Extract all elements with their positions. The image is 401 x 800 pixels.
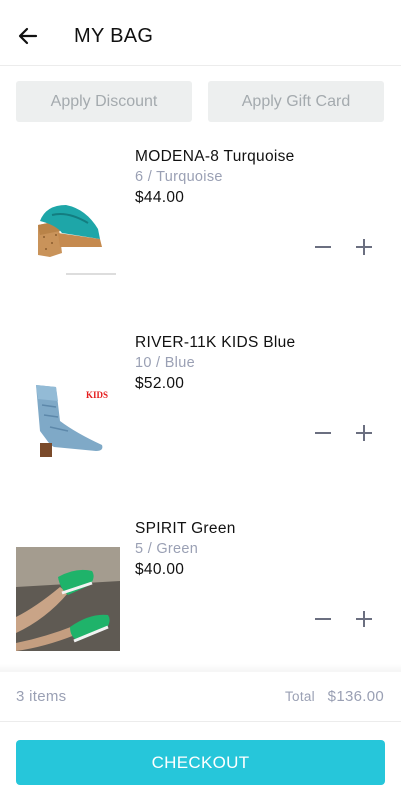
product-image[interactable] (16, 547, 120, 651)
increase-quantity-button[interactable] (352, 235, 376, 259)
plus-icon (356, 611, 372, 627)
app-header: MY BAG (0, 0, 401, 66)
turquoise-sandal-image (16, 175, 120, 279)
decrease-quantity-button[interactable] (311, 421, 335, 445)
item-variant: 5 / Green (135, 541, 199, 557)
item-price: $52.00 (135, 375, 185, 392)
arrow-left-icon (18, 27, 38, 45)
plus-icon (356, 239, 372, 255)
decrease-quantity-button[interactable] (311, 607, 335, 631)
order-summary: 3 items Total $136.00 (0, 672, 401, 722)
plus-icon (356, 425, 372, 441)
increase-quantity-button[interactable] (352, 607, 376, 631)
apply-discount-button[interactable]: Apply Discount (16, 81, 192, 122)
total-value: $136.00 (327, 688, 384, 705)
blue-boot-image: KIDS (16, 361, 120, 465)
bag-item: KIDS RIVER-11K KIDS Blue 10 / Blue $52.0… (0, 333, 401, 503)
item-name[interactable]: SPIRIT Green (135, 520, 236, 538)
page-title: MY BAG (74, 25, 154, 47)
item-variant: 10 / Blue (135, 355, 195, 371)
promo-actions: Apply Discount Apply Gift Card (16, 81, 385, 122)
kids-label: KIDS (86, 390, 108, 400)
item-name[interactable]: RIVER-11K KIDS Blue (135, 334, 295, 352)
item-price: $44.00 (135, 189, 185, 206)
item-name[interactable]: MODENA-8 Turquoise (135, 148, 295, 166)
back-button[interactable] (14, 22, 42, 50)
minus-icon (315, 432, 331, 434)
increase-quantity-button[interactable] (352, 421, 376, 445)
minus-icon (315, 618, 331, 620)
item-variant: 6 / Turquoise (135, 169, 223, 185)
product-image[interactable]: KIDS (16, 361, 120, 465)
product-image[interactable] (16, 175, 120, 279)
checkout-button[interactable]: CHECKOUT (16, 740, 385, 785)
item-price: $40.00 (135, 561, 185, 578)
total-label: Total (284, 689, 315, 704)
item-count: 3 items (16, 688, 67, 705)
minus-icon (315, 246, 331, 248)
apply-gift-card-button[interactable]: Apply Gift Card (208, 81, 384, 122)
bag-item: MODENA-8 Turquoise 6 / Turquoise $44.00 (0, 147, 401, 317)
green-sneakers-image (16, 547, 120, 651)
decrease-quantity-button[interactable] (311, 235, 335, 259)
